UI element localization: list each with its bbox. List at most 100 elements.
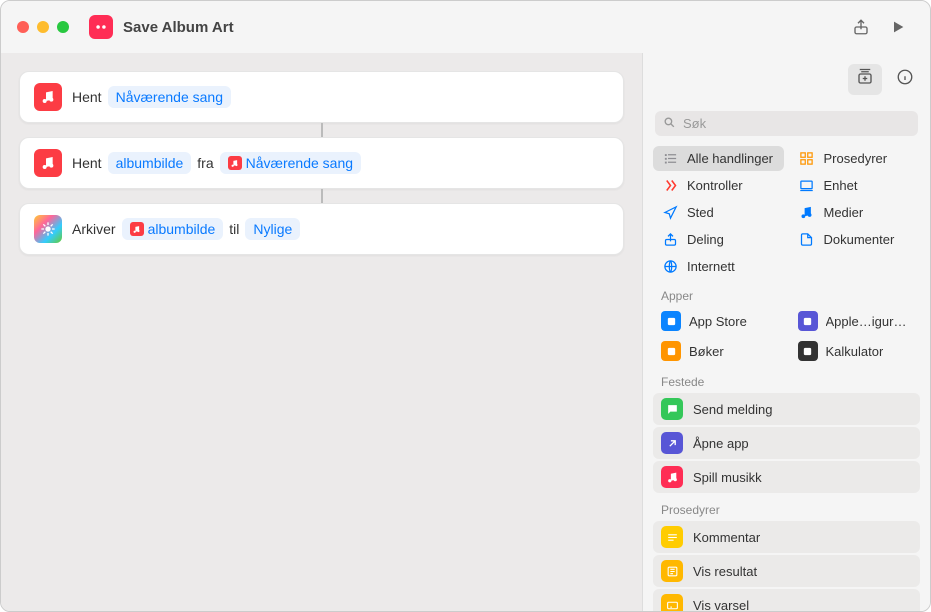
web-icon	[661, 259, 679, 274]
action-connector	[321, 123, 323, 137]
pinned-list: Send melding Åpne app Spill musikk	[643, 393, 930, 493]
category-label: Alle handlinger	[687, 151, 773, 166]
variable-token[interactable]: Nåværende sang	[220, 152, 361, 174]
documents-icon	[798, 232, 816, 247]
minimize-window-button[interactable]	[37, 21, 49, 33]
category-deling[interactable]: Deling	[653, 227, 784, 252]
media-icon	[798, 205, 816, 220]
pinned-item[interactable]: Åpne app	[653, 427, 920, 459]
category-label: Medier	[824, 205, 864, 220]
info-tab-icon[interactable]	[896, 68, 914, 91]
pinned-label: Spill musikk	[693, 470, 762, 485]
search-input[interactable]	[655, 111, 918, 136]
action-label: til	[229, 221, 239, 237]
photos-app-icon	[34, 215, 62, 243]
category-internett[interactable]: Internett	[653, 254, 784, 279]
close-window-button[interactable]	[17, 21, 29, 33]
variable-token[interactable]: Nylige	[245, 218, 300, 240]
category-sted[interactable]: Sted	[653, 200, 784, 225]
controls-icon	[661, 178, 679, 193]
action-text: Hent Nåværende sang	[72, 86, 231, 108]
titlebar: Save Album Art	[1, 1, 930, 53]
location-icon	[661, 205, 679, 220]
app-icon	[661, 341, 681, 361]
shortcut-app-icon	[89, 15, 113, 39]
variable-token[interactable]: albumbilde	[122, 218, 224, 240]
app-label: Kalkulator	[826, 344, 884, 359]
category-enhet[interactable]: Enhet	[790, 173, 921, 198]
app-icon	[798, 341, 818, 361]
app-item[interactable]: Apple…igurator	[790, 307, 921, 335]
procedure-item[interactable]: Vis resultat	[653, 555, 920, 587]
music-app-icon	[34, 149, 62, 177]
window-controls	[17, 21, 69, 33]
pinned-label: Åpne app	[693, 436, 749, 451]
procedure-item[interactable]: Kommentar	[653, 521, 920, 553]
music-token-icon	[130, 222, 144, 236]
window-title: Save Album Art	[123, 19, 852, 36]
shortcut-editor[interactable]: Hent Nåværende sang Hent albumbilde fra Nåvær…	[1, 53, 642, 611]
category-kontroller[interactable]: Kontroller	[653, 173, 784, 198]
app-item[interactable]: Kalkulator	[790, 337, 921, 365]
category-dokumenter[interactable]: Dokumenter	[790, 227, 921, 252]
run-icon[interactable]	[890, 19, 906, 35]
action-label: Hent	[72, 89, 102, 105]
token-label: Nåværende sang	[116, 89, 223, 105]
procedure-label: Vis varsel	[693, 598, 749, 612]
search-box	[655, 111, 918, 136]
music-token-icon	[228, 156, 242, 170]
sharing-icon	[661, 232, 679, 247]
category-alle-handlinger[interactable]: Alle handlinger	[653, 146, 784, 171]
open-icon	[661, 432, 683, 454]
app-icon	[661, 311, 681, 331]
library-tab-icon[interactable]	[848, 64, 882, 95]
share-icon[interactable]	[852, 18, 870, 36]
window-body: Hent Nåværende sang Hent albumbilde fra Nåvær…	[1, 53, 930, 611]
token-label: Nåværende sang	[246, 155, 353, 171]
action-connector	[321, 189, 323, 203]
category-medier[interactable]: Medier	[790, 200, 921, 225]
app-label: Bøker	[689, 344, 724, 359]
zoom-window-button[interactable]	[57, 21, 69, 33]
action-card[interactable]: Arkiver albumbilde til Nylige	[19, 203, 624, 255]
pinned-item[interactable]: Spill musikk	[653, 461, 920, 493]
category-prosedyrer[interactable]: Prosedyrer	[790, 146, 921, 171]
alert-icon	[661, 594, 683, 611]
apps-section-header: Apper	[643, 279, 930, 307]
result-icon	[661, 560, 683, 582]
procedure-label: Kommentar	[693, 530, 760, 545]
category-label: Enhet	[824, 178, 858, 193]
procedure-item[interactable]: Vis varsel	[653, 589, 920, 611]
category-label: Sted	[687, 205, 714, 220]
comment-icon	[661, 526, 683, 548]
variable-token[interactable]: Nåværende sang	[108, 86, 231, 108]
action-text: Arkiver albumbilde til Nylige	[72, 218, 300, 240]
app-icon	[798, 311, 818, 331]
app-item[interactable]: Bøker	[653, 337, 784, 365]
app-item[interactable]: App Store	[653, 307, 784, 335]
procedures-list: KommentarVis resultatVis varselBe om inn…	[643, 521, 930, 611]
sidebar-scroll[interactable]: Alle handlinger Prosedyrer Kontroller Enhet…	[643, 146, 930, 611]
pinned-label: Send melding	[693, 402, 773, 417]
app-window: Save Album Art HentNåværende sangHentalb…	[0, 0, 931, 612]
pinned-section-header: Festede	[643, 365, 930, 393]
app-label: App Store	[689, 314, 747, 329]
action-card[interactable]: Hent albumbilde fra Nåværende sang	[19, 137, 624, 189]
action-card[interactable]: Hent Nåværende sang	[19, 71, 624, 123]
list-icon	[661, 151, 679, 166]
action-text: Hent albumbilde fra Nåværende sang	[72, 152, 361, 174]
sidebar-toolbar	[643, 53, 930, 105]
titlebar-actions	[852, 18, 906, 36]
procedure-icon	[798, 151, 816, 166]
music-app-icon	[34, 83, 62, 111]
action-label: Hent	[72, 155, 102, 171]
procedure-label: Vis resultat	[693, 564, 757, 579]
token-label: albumbilde	[148, 221, 216, 237]
category-label: Prosedyrer	[824, 151, 888, 166]
pinned-item[interactable]: Send melding	[653, 393, 920, 425]
action-label: fra	[197, 155, 213, 171]
action-label: Arkiver	[72, 221, 116, 237]
variable-token[interactable]: albumbilde	[108, 152, 192, 174]
category-label: Internett	[687, 259, 735, 274]
music-icon	[661, 466, 683, 488]
